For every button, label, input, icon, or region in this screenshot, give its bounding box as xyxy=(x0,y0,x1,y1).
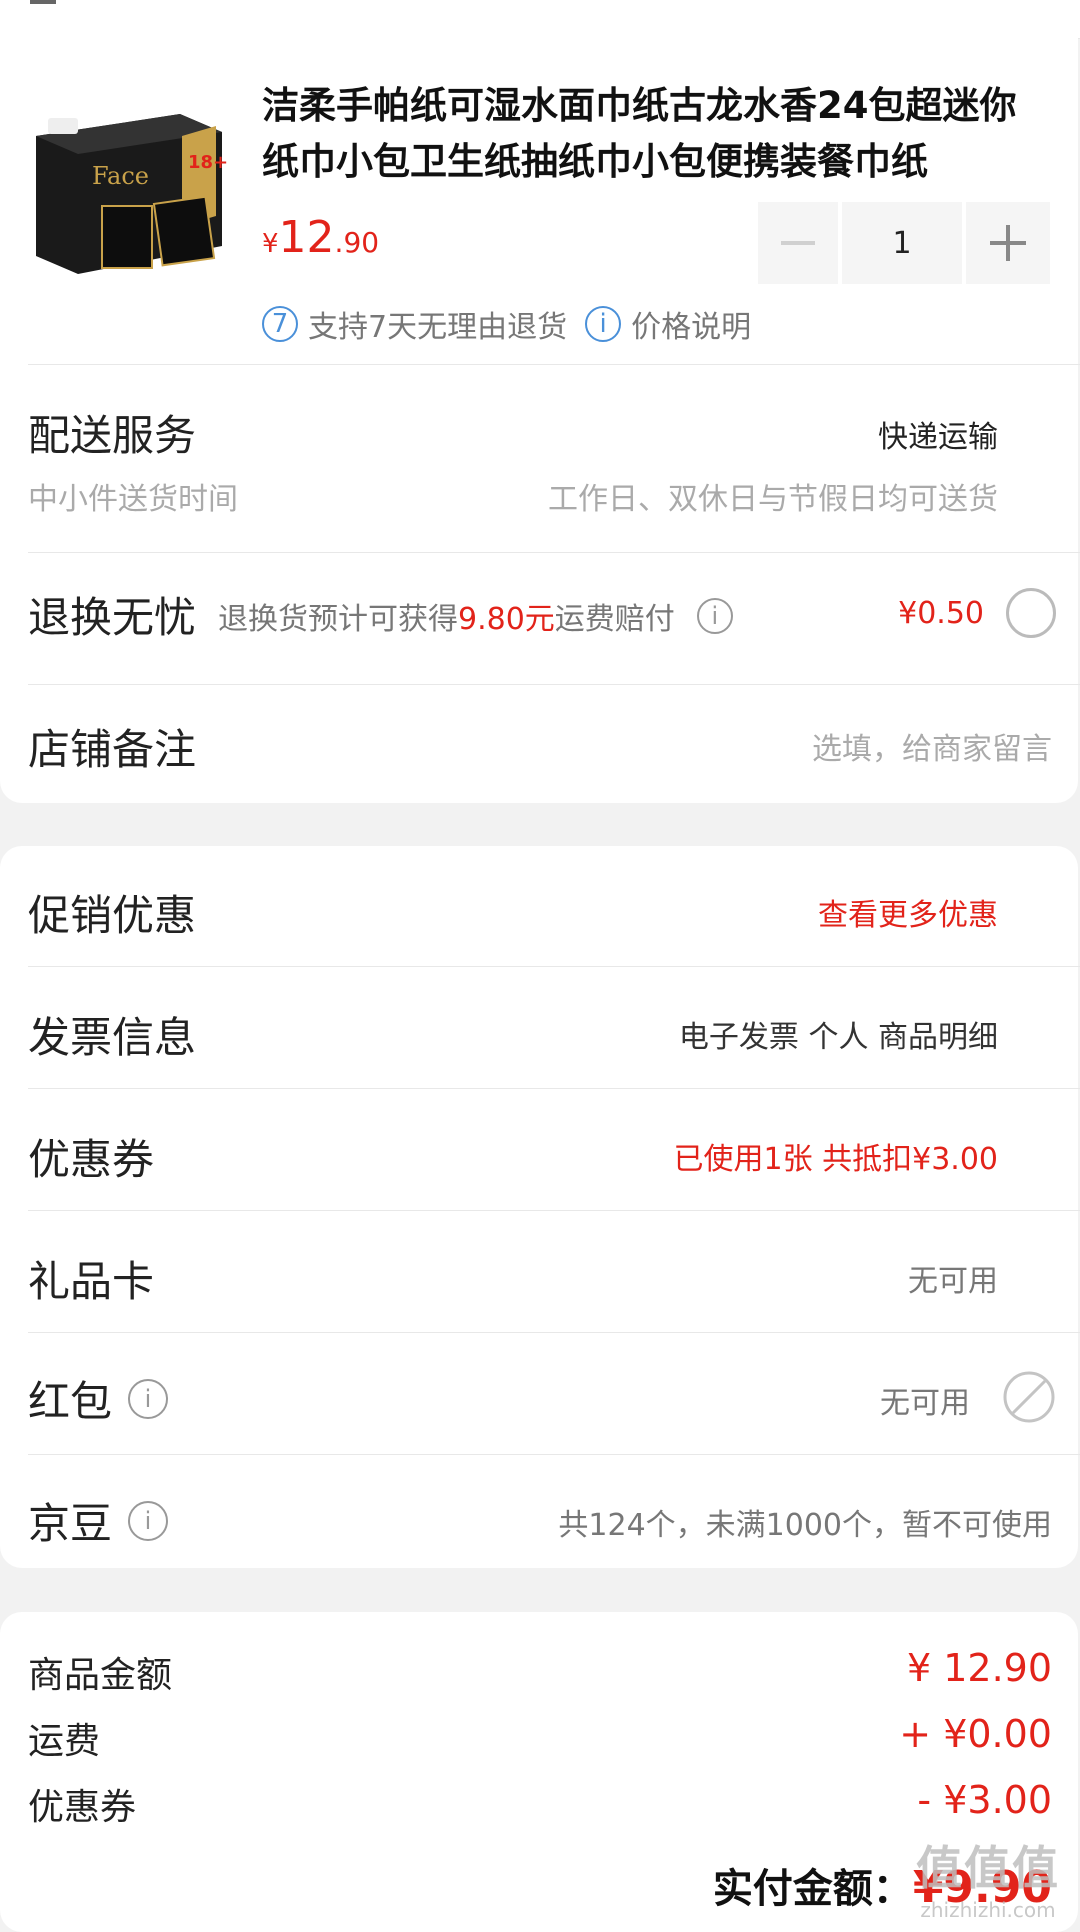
product-title[interactable]: 洁柔手帕纸可湿水面巾纸古龙水香24包超迷你纸巾小包卫生纸抽纸巾小包便携装餐巾纸 xyxy=(262,78,1052,190)
product-price: ¥12.90 xyxy=(262,212,379,263)
coupon-value[interactable]: 已使用1张 共抵扣¥3.00 xyxy=(673,1134,998,1178)
divider xyxy=(28,1454,1080,1455)
red-packet-text: 红包 xyxy=(28,1377,113,1426)
options-card xyxy=(0,846,1078,1568)
top-bar-mark xyxy=(30,0,56,4)
return-insurance-checkbox[interactable] xyxy=(1006,588,1056,638)
watermark: 值值值 zhizhizhi.com xyxy=(916,1832,1060,1922)
product-image-badge: 18+6 xyxy=(188,152,228,173)
delivery-label: 配送服务 xyxy=(28,411,197,460)
red-packet-label: 红包 i xyxy=(28,1368,169,1429)
total-label: 实付金额： xyxy=(712,1866,913,1912)
red-packet-value: 无可用 xyxy=(880,1386,970,1421)
summary-value: + ¥0.00 xyxy=(899,1712,1052,1756)
divider xyxy=(28,684,1080,685)
price-integer: 12 xyxy=(278,212,335,263)
price-decimal: .90 xyxy=(334,226,380,259)
invoice-label: 发票信息 xyxy=(28,1013,197,1062)
summary-label: 优惠券 xyxy=(28,1787,137,1828)
divider xyxy=(28,552,1080,553)
price-explanation-link[interactable]: 价格说明 xyxy=(631,302,751,346)
increase-button[interactable] xyxy=(966,202,1050,284)
product-image[interactable]: Face 18+6 xyxy=(30,96,228,278)
plus-icon xyxy=(990,225,1026,261)
promo-label: 促销优惠 xyxy=(28,891,197,940)
quantity-stepper: 1 xyxy=(758,202,1050,284)
delivery-method[interactable]: 快递运输 xyxy=(878,412,998,456)
shop-note-label: 店铺备注 xyxy=(28,725,197,774)
price-info-icon: i xyxy=(585,306,622,342)
watermark-url: zhizhizhi.com xyxy=(920,1898,1056,1922)
summary-row: 商品金额 ¥ 12.90 xyxy=(28,1646,1052,1698)
disabled-icon xyxy=(1003,1371,1055,1423)
seven-day-return-icon: 7 xyxy=(262,306,298,342)
decrease-button[interactable] xyxy=(758,202,838,284)
info-icon[interactable]: i xyxy=(128,1500,169,1541)
info-icon[interactable]: i xyxy=(696,598,733,634)
gift-card-value[interactable]: 无可用 xyxy=(908,1256,998,1300)
delivery-time-value: 工作日、双休日与节假日均可送货 xyxy=(548,482,998,517)
divider xyxy=(28,1088,1080,1089)
summary-value: ¥ 12.90 xyxy=(906,1646,1052,1690)
divider xyxy=(28,1332,1080,1333)
coupon-label: 优惠券 xyxy=(28,1135,155,1184)
summary-label: 运费 xyxy=(28,1721,101,1762)
divider xyxy=(28,966,1080,967)
return-insurance-price: ¥0.50 xyxy=(898,596,984,631)
return-insurance-desc-suffix: 运费赔付 xyxy=(554,602,675,637)
seven-day-return-text[interactable]: 支持7天无理由退货 xyxy=(308,302,567,346)
divider xyxy=(28,1210,1080,1211)
gift-card-label: 礼品卡 xyxy=(28,1257,155,1306)
top-bar-remnant xyxy=(0,0,1080,39)
return-insurance-label: 退换无忧 xyxy=(28,593,197,642)
jingdou-text: 京豆 xyxy=(28,1499,113,1548)
watermark-logo: 值值值 xyxy=(916,1841,1060,1895)
summary-value: - ¥3.00 xyxy=(917,1778,1052,1822)
return-insurance-desc: 退换货预计可获得 9.80元 运费赔付 i xyxy=(218,594,733,638)
jingdou-label: 京豆 i xyxy=(28,1490,169,1551)
return-insurance-amount: 9.80元 xyxy=(458,602,555,637)
summary-label: 商品金额 xyxy=(28,1655,173,1696)
price-symbol: ¥ xyxy=(262,229,279,259)
info-icon[interactable]: i xyxy=(128,1378,169,1419)
quantity-value[interactable]: 1 xyxy=(842,202,962,284)
product-tags: 7 支持7天无理由退货 i 价格说明 xyxy=(262,302,751,346)
shop-note-input[interactable]: 选填，给商家留言 xyxy=(812,724,1052,768)
return-insurance-desc-prefix: 退换货预计可获得 xyxy=(218,602,458,637)
delivery-time-label: 中小件送货时间 xyxy=(28,482,238,517)
promo-link[interactable]: 查看更多优惠 xyxy=(818,890,998,934)
summary-row: 运费 + ¥0.00 xyxy=(28,1712,1052,1764)
product-image-label: Face xyxy=(92,162,149,190)
jingdou-value: 共124个，未满1000个，暂不可使用 xyxy=(558,1508,1052,1543)
minus-icon xyxy=(781,241,815,245)
summary-row: 优惠券 - ¥3.00 xyxy=(28,1778,1052,1830)
invoice-value[interactable]: 电子发票 个人 商品明细 xyxy=(679,1012,998,1056)
divider xyxy=(28,364,1080,365)
